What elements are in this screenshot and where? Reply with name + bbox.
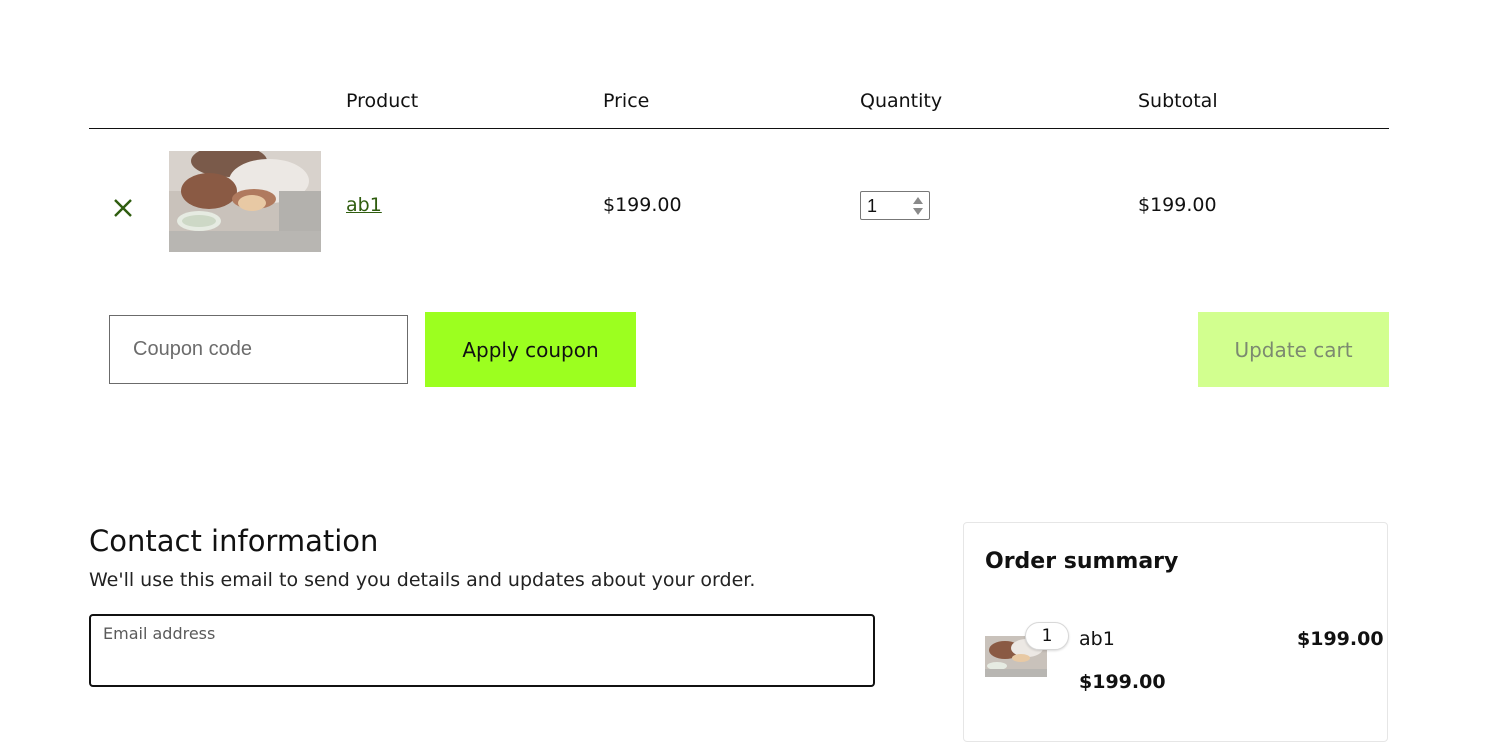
column-header-quantity: Quantity [860,90,943,112]
contact-information-heading: Contact information [89,524,379,558]
product-subtotal: $199.00 [1138,194,1217,216]
order-summary-heading: Order summary [985,549,1179,574]
close-icon [114,199,132,217]
product-thumbnail[interactable] [169,151,321,252]
apply-coupon-button[interactable]: Apply coupon [425,312,636,387]
summary-item-total: $199.00 [1297,628,1384,650]
summary-item-name: ab1 [1079,628,1115,650]
table-header-divider [89,128,1389,129]
coupon-code-input[interactable]: Coupon code [109,315,408,384]
update-cart-button[interactable]: Update cart [1198,312,1389,387]
remove-item-button[interactable] [110,193,136,223]
coupon-placeholder: Coupon code [133,338,252,360]
product-price: $199.00 [603,194,682,216]
email-field[interactable]: Email address [89,614,875,687]
column-header-product: Product [346,90,419,112]
contact-description: We'll use this email to send you details… [89,569,756,591]
quantity-value: 1 [867,196,878,216]
summary-item-unit-price: $199.00 [1079,671,1166,693]
spinner-arrows-icon[interactable] [912,195,924,217]
product-name-link[interactable]: ab1 [346,194,382,216]
quantity-badge: 1 [1025,622,1069,650]
column-header-price: Price [603,90,650,112]
email-label: Email address [103,624,216,643]
column-header-subtotal: Subtotal [1138,90,1218,112]
quantity-stepper[interactable]: 1 [860,191,930,220]
